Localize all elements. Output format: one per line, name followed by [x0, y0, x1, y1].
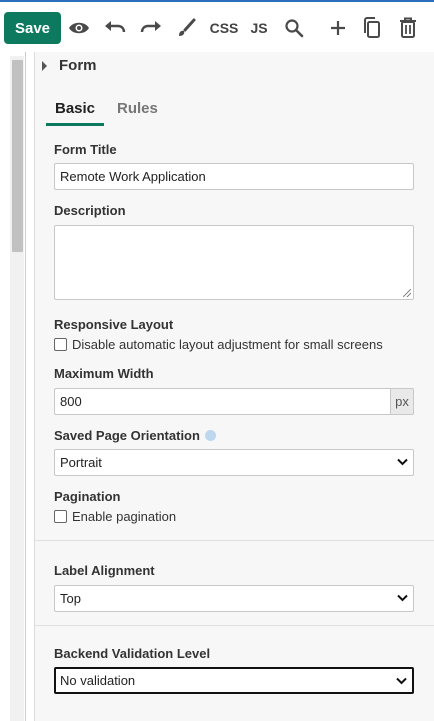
- chevron-down-icon: [397, 458, 408, 466]
- label-alignment-label: Label Alignment: [54, 563, 155, 578]
- responsive-layout-option[interactable]: Disable automatic layout adjustment for …: [54, 337, 383, 352]
- section-header[interactable]: Form: [35, 52, 434, 82]
- pagination-label: Pagination: [54, 489, 121, 504]
- chevron-down-icon: [397, 594, 408, 602]
- plus-icon[interactable]: [327, 15, 349, 41]
- maximum-width-label: Maximum Width: [54, 366, 154, 381]
- pagination-checkbox-label: Enable pagination: [72, 509, 177, 524]
- responsive-layout-label: Responsive Layout: [54, 317, 174, 332]
- maximum-width-unit: px: [390, 388, 414, 415]
- eye-icon[interactable]: [67, 15, 91, 41]
- maximum-width-input[interactable]: 800: [54, 388, 391, 415]
- js-button[interactable]: JS: [250, 15, 268, 41]
- undo-icon[interactable]: [103, 15, 127, 41]
- responsive-layout-checkbox[interactable]: [54, 338, 67, 351]
- form-title-label: Form Title: [54, 142, 117, 157]
- chevron-down-icon: [396, 677, 407, 685]
- redo-icon[interactable]: [139, 15, 163, 41]
- save-button[interactable]: Save: [4, 12, 61, 44]
- divider: [35, 625, 434, 626]
- search-icon[interactable]: [283, 15, 305, 41]
- saved-page-orientation-value: Portrait: [60, 455, 102, 470]
- copy-icon[interactable]: [361, 15, 383, 41]
- css-button[interactable]: CSS: [210, 15, 239, 41]
- divider: [35, 540, 434, 541]
- backend-validation-select[interactable]: No validation: [54, 667, 414, 694]
- tab-basic[interactable]: Basic: [46, 100, 104, 126]
- properties-panel: Form Basic Rules Form Title Remote Work …: [34, 52, 434, 721]
- help-icon[interactable]: [204, 430, 216, 442]
- resize-grip-icon[interactable]: [403, 289, 411, 297]
- pagination-checkbox[interactable]: [54, 510, 67, 523]
- backend-validation-label: Backend Validation Level: [54, 646, 211, 661]
- saved-page-orientation-select[interactable]: Portrait: [54, 449, 414, 476]
- form-title-input[interactable]: Remote Work Application: [54, 163, 414, 190]
- responsive-layout-checkbox-label: Disable automatic layout adjustment for …: [72, 337, 383, 352]
- saved-page-orientation-label-text: Saved Page Orientation: [54, 428, 200, 443]
- toolbar: Save CSS JS: [0, 0, 434, 52]
- section-title: Form: [59, 57, 97, 74]
- pagination-option[interactable]: Enable pagination: [54, 509, 176, 524]
- label-alignment-select[interactable]: Top: [54, 585, 414, 612]
- brush-icon[interactable]: [175, 15, 197, 41]
- backend-validation-value: No validation: [60, 673, 136, 688]
- left-scrollbar-thumb[interactable]: [12, 60, 23, 252]
- saved-page-orientation-label: Saved Page Orientation: [54, 428, 216, 443]
- caret-right-icon[interactable]: [42, 61, 47, 71]
- tab-rules[interactable]: Rules: [117, 100, 158, 123]
- description-label: Description: [54, 203, 126, 218]
- description-textarea[interactable]: [54, 225, 414, 300]
- trash-icon[interactable]: [397, 15, 419, 41]
- label-alignment-value: Top: [60, 591, 81, 606]
